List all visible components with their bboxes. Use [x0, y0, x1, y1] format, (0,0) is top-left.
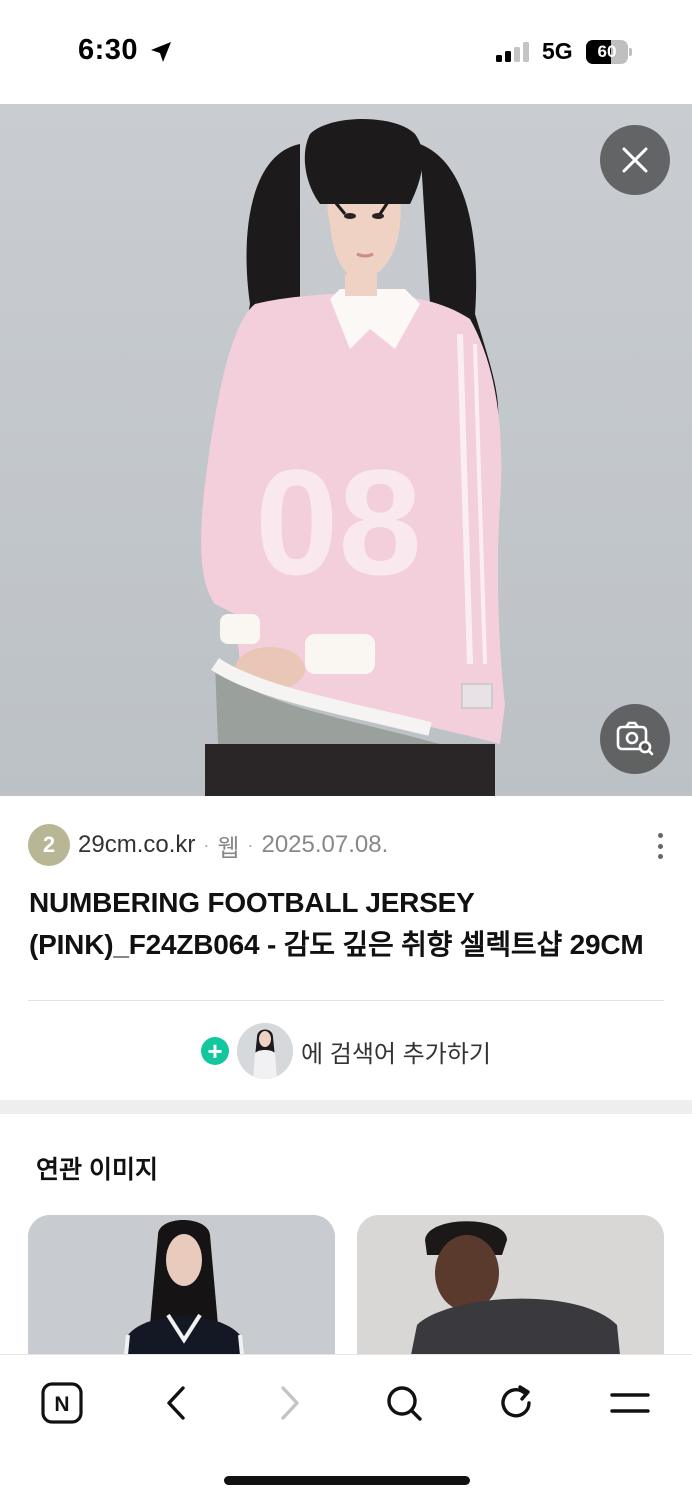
result-image[interactable]: 08	[0, 104, 692, 796]
more-options-icon[interactable]	[648, 829, 672, 863]
refresh-icon	[501, 1385, 531, 1418]
signal-icon	[496, 42, 529, 62]
forward-icon	[281, 1386, 299, 1420]
thumbnail-avatar	[237, 1023, 293, 1079]
search-icon	[387, 1386, 422, 1421]
back-button[interactable]	[150, 1377, 202, 1429]
naver-home-label: N	[54, 1393, 69, 1416]
image-search-icon	[616, 721, 654, 756]
status-time: 6:30	[78, 34, 139, 66]
related-image-2	[357, 1215, 664, 1375]
close-button[interactable]	[600, 125, 670, 195]
search-button[interactable]	[378, 1377, 430, 1429]
related-images-title: 연관 이미지	[36, 1156, 158, 1184]
refresh-button[interactable]	[490, 1377, 542, 1429]
section-separator	[0, 1100, 692, 1114]
status-bar: 6:30 5G 60	[0, 0, 692, 104]
menu-button[interactable]	[604, 1377, 656, 1429]
svg-text:08: 08	[255, 438, 422, 606]
source-rank-badge: 2	[28, 824, 70, 866]
related-image-card[interactable]	[28, 1215, 335, 1375]
home-indicator[interactable]	[224, 1476, 470, 1485]
battery-level: 60	[597, 42, 617, 61]
menu-icon	[610, 1393, 650, 1413]
source-type: 웹	[217, 834, 240, 862]
model-photo: 08	[0, 104, 692, 796]
forward-button[interactable]	[264, 1377, 316, 1429]
battery-icon: 60	[586, 40, 632, 64]
close-icon	[622, 147, 648, 173]
separator: ·	[247, 834, 254, 855]
location-arrow-icon	[151, 42, 171, 62]
add-search-label: 에 검색어 추가하기	[301, 1040, 491, 1068]
source-date: 2025.07.08.	[261, 831, 389, 858]
source-domain[interactable]: 29cm.co.kr	[78, 831, 195, 859]
naver-home-icon: N	[41, 1382, 83, 1424]
related-image-card[interactable]	[357, 1215, 664, 1375]
separator: ·	[203, 834, 210, 855]
network-label: 5G	[542, 38, 573, 64]
divider	[28, 1000, 664, 1001]
plus-icon: +	[201, 1037, 229, 1065]
image-search-button[interactable]	[600, 704, 670, 774]
add-search-term-button[interactable]: + 에 검색어 추가하기	[0, 1022, 692, 1080]
naver-home-button[interactable]: N	[36, 1377, 88, 1429]
related-image-1	[28, 1215, 335, 1375]
back-icon	[167, 1386, 185, 1420]
result-title[interactable]: NUMBERING FOOTBALL JERSEY (PINK)_F24ZB06…	[29, 882, 669, 966]
source-row[interactable]: 2 29cm.co.kr · 웹 · 2025.07.08.	[28, 824, 668, 866]
